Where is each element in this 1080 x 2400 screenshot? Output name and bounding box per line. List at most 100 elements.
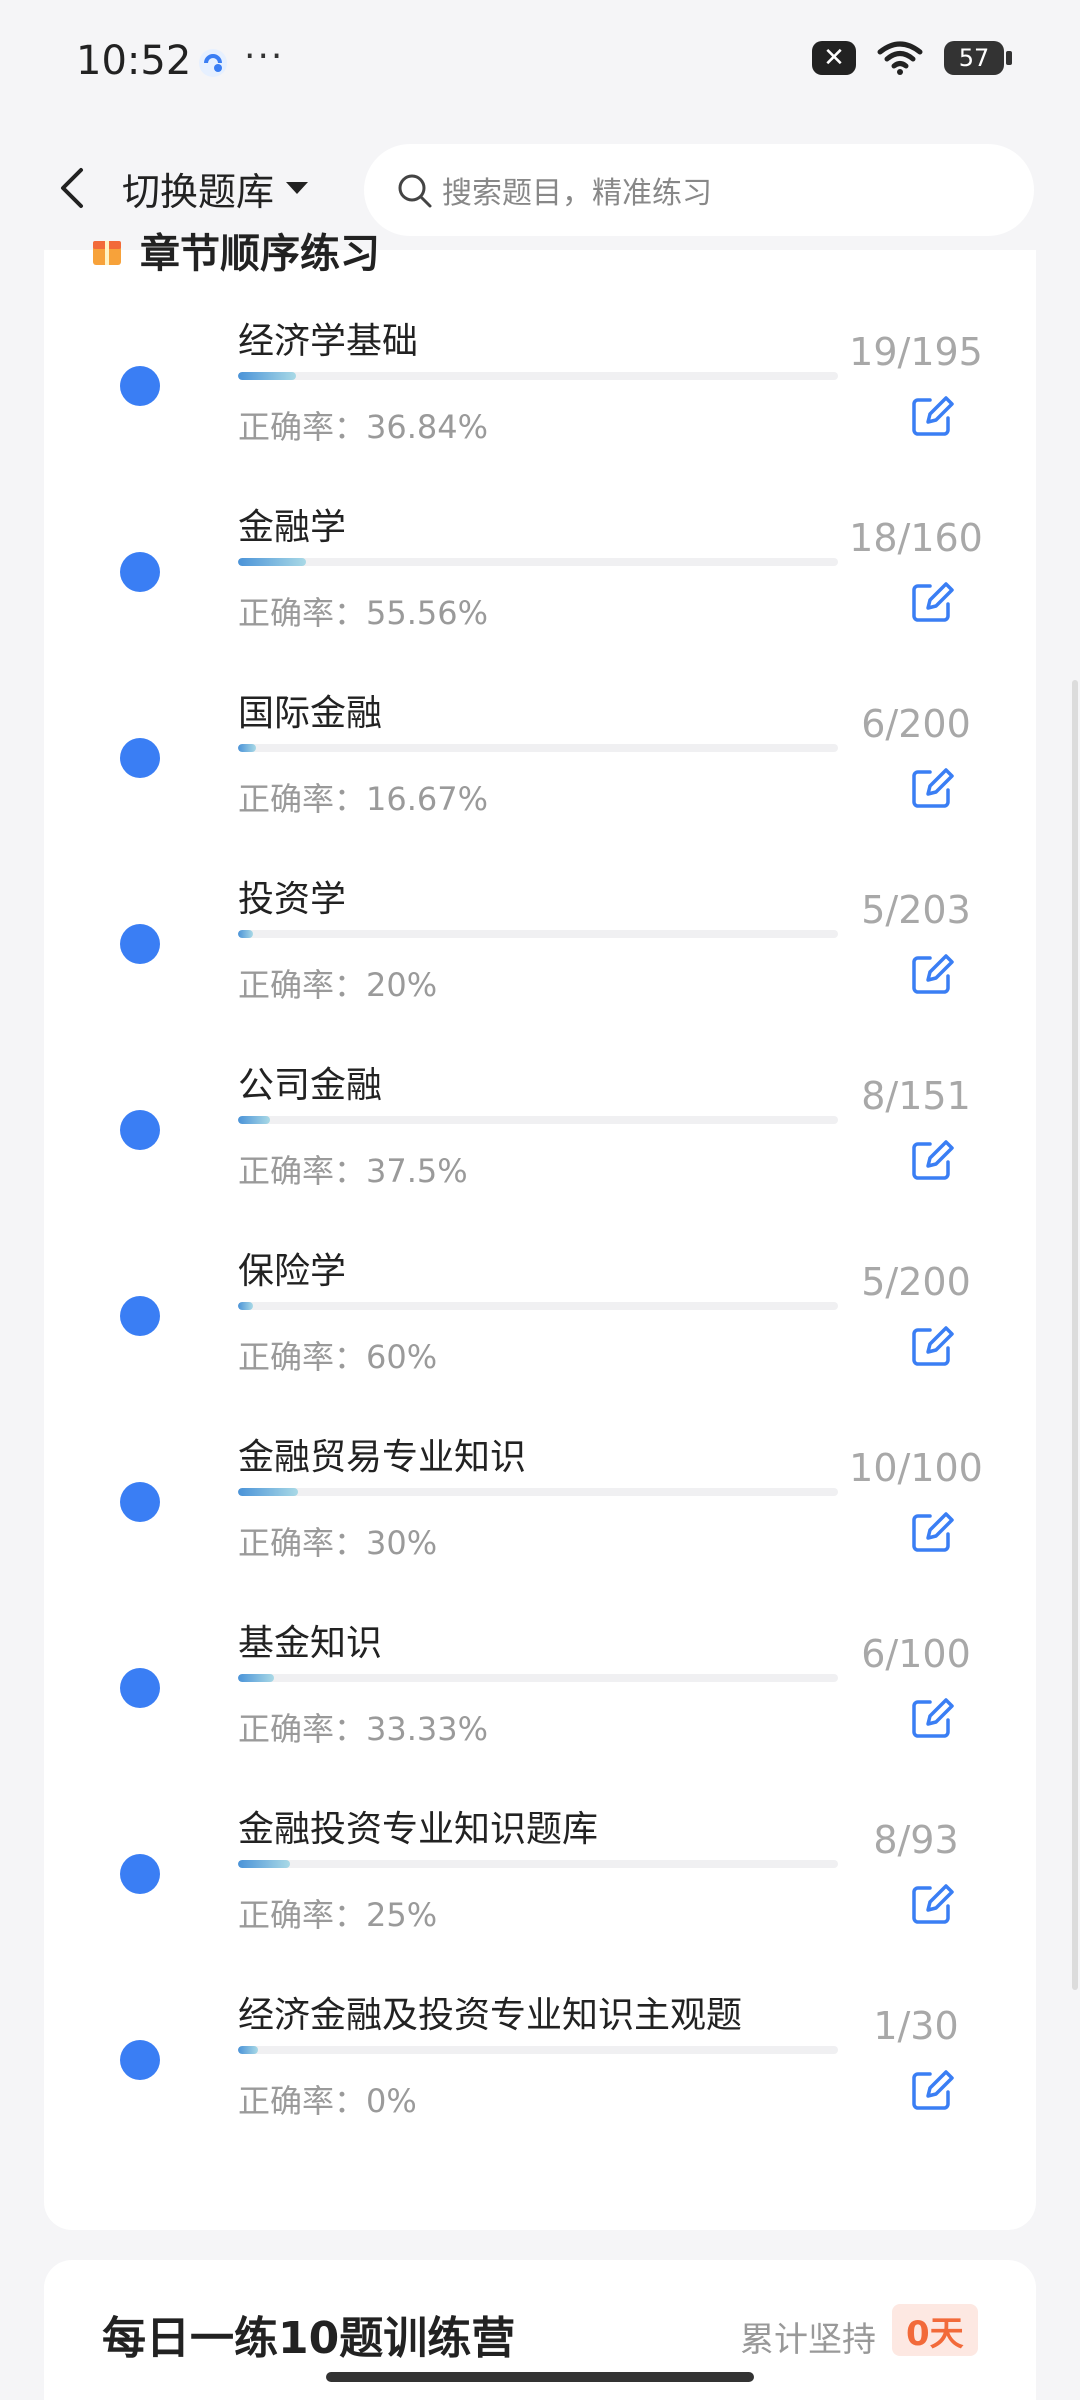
- chapter-count: 8/93: [873, 1818, 959, 1862]
- chapter-dot: [120, 1668, 160, 1708]
- edit-icon[interactable]: [908, 1880, 956, 1928]
- chapter-row[interactable]: 经济金融及投资专业知识主观题 正确率：0% 1/30: [44, 1974, 1036, 2164]
- chapter-progress-fill: [238, 1860, 290, 1868]
- switch-bank-label: 切换题库: [122, 169, 275, 214]
- chapter-accuracy: 正确率：55.56%: [238, 594, 489, 632]
- edit-icon[interactable]: [908, 1136, 956, 1184]
- chapter-progress-bar: [238, 744, 838, 752]
- chapter-accuracy: 正确率：37.5%: [238, 1152, 468, 1190]
- chapter-dot: [120, 1110, 160, 1150]
- chapter-row[interactable]: 金融贸易专业知识 正确率：30% 10/100: [44, 1416, 1036, 1606]
- chapter-progress-bar: [238, 558, 838, 566]
- chapter-row[interactable]: 保险学 正确率：60% 5/200: [44, 1230, 1036, 1420]
- chapter-dot: [120, 366, 160, 406]
- chapter-row[interactable]: 基金知识 正确率：33.33% 6/100: [44, 1602, 1036, 1792]
- scrollbar[interactable]: [1072, 680, 1078, 1990]
- chapter-name: 金融学: [238, 507, 347, 548]
- edit-icon[interactable]: [908, 1322, 956, 1370]
- chapter-row[interactable]: 金融学 正确率：55.56% 18/160: [44, 486, 1036, 676]
- card-title-text: 章节顺序练习: [140, 231, 380, 277]
- chapter-dot: [120, 2040, 160, 2080]
- chapter-progress-fill: [238, 1302, 253, 1310]
- chapter-practice-card: 章节顺序练习 经济学基础 正确率：36.84% 19/195 金融学 正确率：5…: [44, 231, 1036, 2230]
- status-indicators: ✕ 57: [812, 40, 1012, 76]
- status-bar: 10:52 ··· ✕ 57: [0, 0, 1080, 130]
- chevron-left-icon: [61, 168, 83, 208]
- chapter-progress-bar: [238, 372, 838, 380]
- chapter-dot: [120, 924, 160, 964]
- status-time: 10:52: [76, 38, 192, 84]
- chapter-name: 公司金融: [238, 1065, 383, 1106]
- chapter-count: 8/151: [861, 1074, 971, 1118]
- chapter-name: 经济学基础: [238, 321, 419, 362]
- chapter-accuracy: 正确率：0%: [238, 2082, 417, 2120]
- chapter-accuracy: 正确率：36.84%: [238, 408, 489, 446]
- edit-icon[interactable]: [908, 392, 956, 440]
- edit-icon[interactable]: [908, 1694, 956, 1742]
- chapter-row[interactable]: 经济学基础 正确率：36.84% 19/195: [44, 300, 1036, 490]
- chapter-row[interactable]: 国际金融 正确率：16.67% 6/200: [44, 672, 1036, 862]
- chapter-progress-fill: [238, 2046, 258, 2054]
- home-indicator[interactable]: [326, 2372, 754, 2382]
- chapter-dot: [120, 1854, 160, 1894]
- edit-icon[interactable]: [908, 2066, 956, 2114]
- chapter-row[interactable]: 公司金融 正确率：37.5% 8/151: [44, 1044, 1036, 1234]
- chapter-progress-fill: [238, 1488, 298, 1496]
- chapter-progress-fill: [238, 372, 297, 380]
- chapter-dot: [120, 1296, 160, 1336]
- chapter-progress-fill: [238, 930, 253, 938]
- status-more-dots: ···: [244, 36, 285, 77]
- chapter-accuracy: 正确率：60%: [238, 1338, 438, 1376]
- chapter-progress-bar: [238, 1674, 838, 1682]
- chapter-count: 5/203: [861, 888, 971, 932]
- chapter-dot: [120, 738, 160, 778]
- wifi-icon: [877, 41, 923, 75]
- battery-icon: 57: [944, 41, 1012, 75]
- chapter-row[interactable]: 投资学 正确率：20% 5/203: [44, 858, 1036, 1048]
- chapter-count: 5/200: [861, 1260, 971, 1304]
- chapter-progress-bar: [238, 1488, 838, 1496]
- chapter-progress-bar: [238, 2046, 838, 2054]
- chapter-count: 6/200: [861, 702, 971, 746]
- back-button[interactable]: [42, 158, 102, 218]
- chapter-count: 19/195: [849, 330, 983, 374]
- card-title: 章节顺序练习: [90, 220, 380, 280]
- chapter-progress-bar: [238, 930, 838, 938]
- caret-down-icon: [286, 182, 309, 194]
- chapter-name: 金融投资专业知识题库: [238, 1809, 599, 1850]
- app-notification-icon: [199, 49, 227, 77]
- chapter-accuracy: 正确率：30%: [238, 1524, 438, 1562]
- edit-icon[interactable]: [908, 950, 956, 998]
- chapter-name: 金融贸易专业知识: [238, 1437, 527, 1478]
- chapter-progress-fill: [238, 744, 256, 752]
- chapter-name: 基金知识: [238, 1623, 383, 1664]
- switch-bank-dropdown[interactable]: 切换题库: [122, 160, 310, 216]
- chapter-accuracy: 正确率：20%: [238, 966, 438, 1004]
- edit-icon[interactable]: [908, 578, 956, 626]
- chapter-name: 经济金融及投资专业知识主观题: [238, 1995, 743, 2036]
- chapter-progress-bar: [238, 1116, 838, 1124]
- chapter-accuracy: 正确率：16.67%: [238, 780, 489, 818]
- chapter-progress-bar: [238, 1860, 838, 1868]
- chapter-count: 18/160: [849, 516, 983, 560]
- chapter-dot: [120, 1482, 160, 1522]
- edit-icon[interactable]: [908, 764, 956, 812]
- camp-title: 每日一练10题训练营: [102, 2313, 516, 2364]
- persist-days-badge: 0天: [892, 2304, 978, 2356]
- chapter-row[interactable]: 金融投资专业知识题库 正确率：25% 8/93: [44, 1788, 1036, 1978]
- chapter-dot: [120, 552, 160, 592]
- edit-icon[interactable]: [908, 1508, 956, 1556]
- chapter-accuracy: 正确率：33.33%: [238, 1710, 489, 1748]
- no-sim-icon: ✕: [812, 41, 856, 75]
- chapter-name: 国际金融: [238, 693, 383, 734]
- chapter-progress-bar: [238, 1302, 838, 1310]
- chapter-name: 投资学: [238, 879, 347, 920]
- chapter-count: 1/30: [873, 2004, 959, 2048]
- search-placeholder: 搜索题目，精准练习: [442, 176, 712, 211]
- chapter-progress-fill: [238, 1674, 274, 1682]
- gift-icon: [93, 241, 121, 265]
- chapter-name: 保险学: [238, 1251, 347, 1292]
- search-input[interactable]: 搜索题目，精准练习: [364, 144, 1034, 236]
- chapter-progress-fill: [238, 1116, 270, 1124]
- chapter-count: 6/100: [861, 1632, 971, 1676]
